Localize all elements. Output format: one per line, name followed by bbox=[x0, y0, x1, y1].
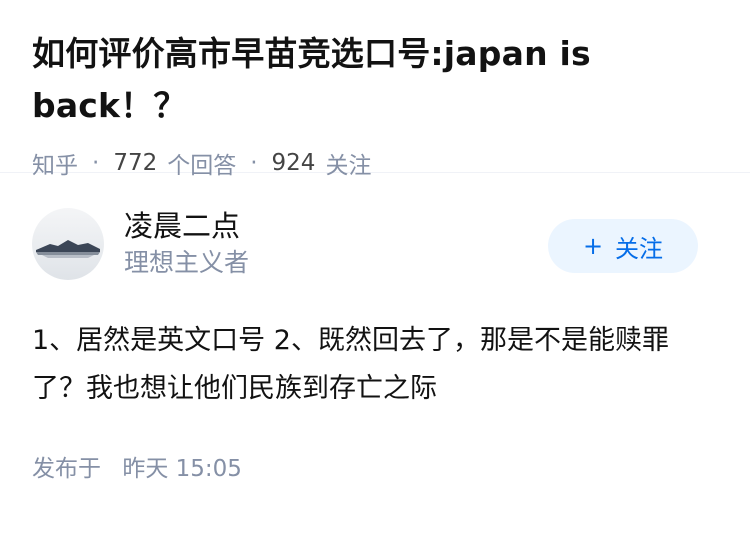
answer-content[interactable]: 1、居然是英文口号 2、既然回去了，那是不是能赎罪了？我也想让他们民族到存亡之际 bbox=[32, 317, 718, 413]
answer-footer: 发布于 昨天 15:05 bbox=[32, 449, 718, 483]
follow-button-label: 关注 bbox=[615, 234, 664, 263]
published-label: 发布于 bbox=[32, 456, 101, 482]
published-time: 昨天 15:05 bbox=[122, 456, 242, 482]
question-title[interactable]: 如何评价高市早苗竞选口号:japan is back！？ bbox=[32, 28, 718, 132]
question-header: 如何评价高市早苗竞选口号:japan is back！？ 知乎 · 772 个回… bbox=[0, 0, 750, 179]
author-name[interactable]: 凌晨二点 bbox=[124, 207, 249, 245]
avatar[interactable] bbox=[32, 208, 104, 280]
author-bio: 理想主义者 bbox=[124, 248, 250, 277]
answer-card: 凌晨二点 理想主义者 + 关注 1、居然是英文口号 2、既然回去了，那是不是能赎… bbox=[0, 173, 750, 483]
plus-icon: + bbox=[582, 232, 604, 260]
avatar-image bbox=[32, 208, 104, 280]
follow-button[interactable]: + 关注 bbox=[548, 219, 698, 273]
author-info: 凌晨二点 理想主义者 bbox=[124, 207, 249, 281]
